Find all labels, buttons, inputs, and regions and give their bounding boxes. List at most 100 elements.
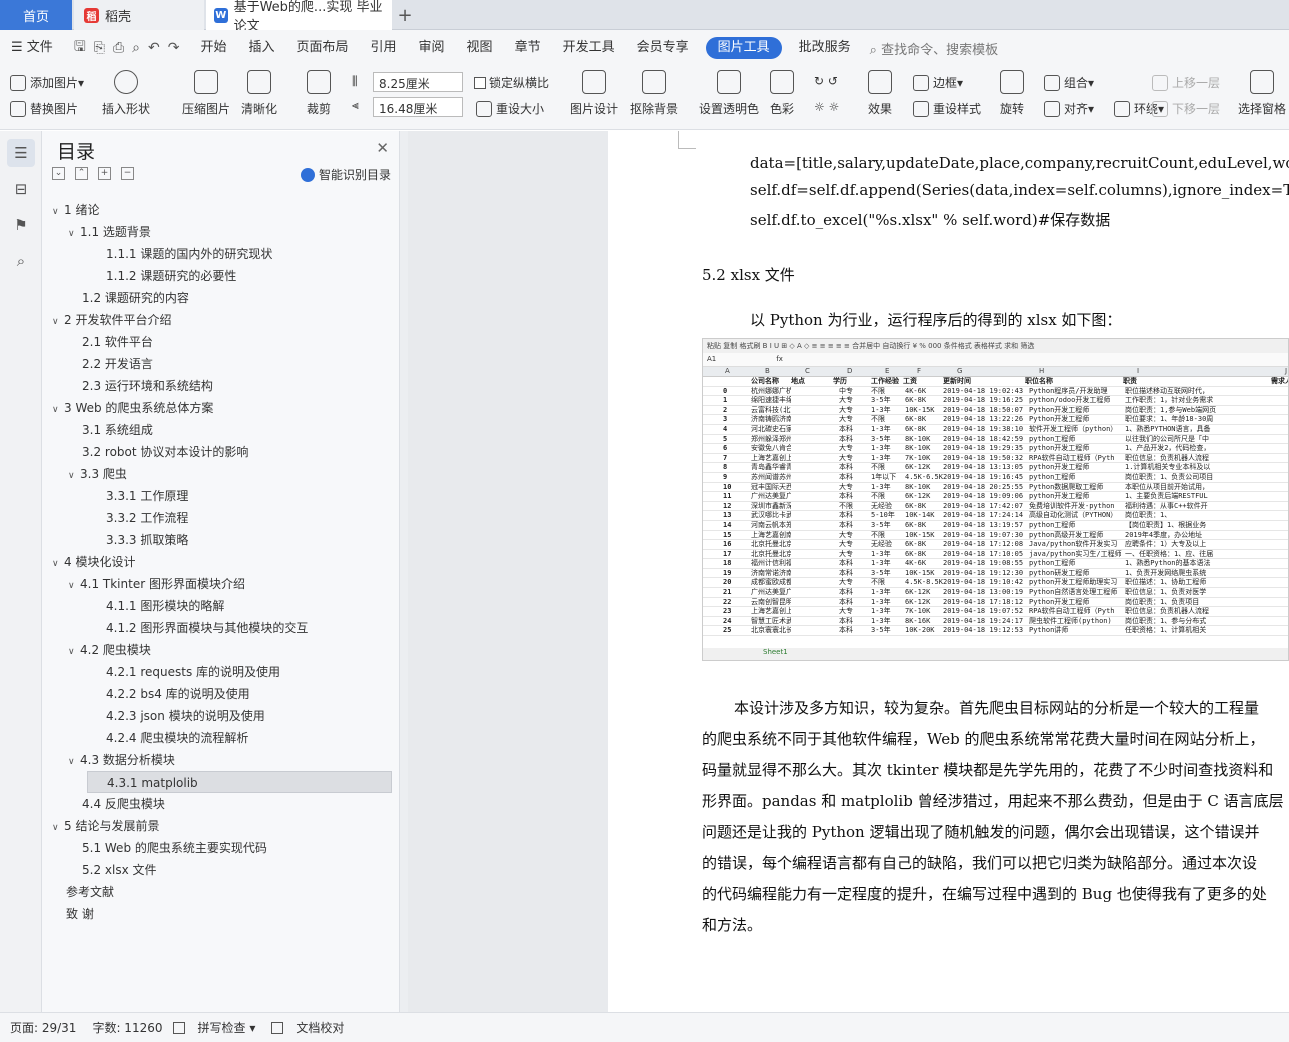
- menu-item[interactable]: 会员专享: [626, 30, 700, 66]
- contrast-icon[interactable]: ☼ ☼: [814, 100, 839, 114]
- toc-item[interactable]: 4.1.2 图形界面模块与其他模块的交互: [52, 617, 392, 639]
- menu-item[interactable]: 视图: [456, 30, 504, 66]
- smart-toc-button[interactable]: 智能识别目录: [300, 166, 391, 183]
- chevron-down-icon[interactable]: ∨: [68, 223, 80, 245]
- toc-item[interactable]: 致 谢: [52, 903, 392, 925]
- compress-image-button[interactable]: 压缩图片: [182, 70, 230, 117]
- undo-icon[interactable]: ↶: [148, 40, 160, 56]
- selection-pane-button[interactable]: 选择窗格: [1238, 70, 1286, 117]
- width-input[interactable]: 8.25厘米: [373, 72, 463, 92]
- chapter-nav-icon[interactable]: ⊟: [7, 175, 35, 203]
- toc-item[interactable]: 3.2 robot 协议对本设计的影响: [52, 441, 392, 463]
- menu-item[interactable]: 开发工具: [552, 30, 626, 66]
- set-transparent-button[interactable]: 设置透明色: [699, 70, 759, 117]
- toc-item[interactable]: ∨ 4.1 Tkinter 图形界面模块介绍: [52, 573, 392, 595]
- collapse-all-icon[interactable]: ⌄: [52, 167, 65, 180]
- menu-item[interactable]: 图片工具: [705, 37, 782, 59]
- toc-item[interactable]: ∨ 1.1 选题背景: [52, 221, 392, 243]
- height-input[interactable]: 16.48厘米: [373, 97, 463, 117]
- toc-item[interactable]: ∨ 3 Web 的爬虫系统总体方案: [52, 397, 392, 419]
- file-menu[interactable]: ☰ 文件: [0, 30, 64, 66]
- toc-item[interactable]: 3.1 系统组成: [52, 419, 392, 441]
- toc-item[interactable]: ∨ 4.2 爬虫模块: [52, 639, 392, 661]
- toc-item[interactable]: 5.1 Web 的爬虫系统主要实现代码: [52, 837, 392, 859]
- sharpen-button[interactable]: 清晰化: [241, 70, 277, 117]
- menu-item[interactable]: 开始: [189, 30, 237, 66]
- toc-item[interactable]: 3.3.1 工作原理: [52, 485, 392, 507]
- tab-home[interactable]: 首页: [0, 0, 72, 30]
- brightness-icon[interactable]: ↻ ↺: [814, 74, 838, 88]
- chevron-down-icon[interactable]: ∨: [52, 553, 64, 575]
- insert-shape-button[interactable]: 插入形状: [102, 70, 150, 117]
- toc-item[interactable]: 5.2 xlsx 文件: [52, 859, 392, 881]
- print-icon[interactable]: ⎙: [113, 40, 124, 56]
- toc-item[interactable]: ∨ 1 绪论: [52, 199, 392, 221]
- toc-item[interactable]: 2.1 软件平台: [52, 331, 392, 353]
- toc-item[interactable]: 4.1.1 图形模块的略解: [52, 595, 392, 617]
- menu-item[interactable]: 插入: [237, 30, 285, 66]
- command-search[interactable]: ⌕ 查找命令、搜索模板: [870, 39, 998, 58]
- toc-item[interactable]: ∨ 4 模块化设计: [52, 551, 392, 573]
- toc-item[interactable]: 参考文献: [52, 881, 392, 903]
- toc-item[interactable]: 4.2.2 bs4 库的说明及使用: [52, 683, 392, 705]
- save-icon[interactable]: 🖫: [74, 36, 86, 60]
- toc-item[interactable]: 2.2 开发语言: [52, 353, 392, 375]
- redo-icon[interactable]: ↷: [168, 40, 180, 56]
- chevron-down-icon[interactable]: ∨: [52, 399, 64, 421]
- spell-check-button[interactable]: 拼写检查 ▾: [172, 1019, 255, 1036]
- toc-item[interactable]: 4.3.1 matplolib: [87, 771, 392, 793]
- toc-item[interactable]: ∨ 5 结论与发展前景: [52, 815, 392, 837]
- send-backward-button[interactable]: 下移一层: [1152, 100, 1220, 117]
- tab-daoke[interactable]: 稻稻壳: [74, 0, 204, 30]
- chevron-down-icon[interactable]: ∨: [68, 641, 80, 663]
- effects-button[interactable]: 效果: [868, 70, 892, 117]
- add-heading-icon[interactable]: +: [98, 167, 111, 180]
- tab-document[interactable]: W 基于Web的爬...实现 毕业论文: [206, 0, 392, 34]
- replace-image-button[interactable]: 替换图片: [10, 100, 78, 117]
- align-button[interactable]: 对齐 ▾: [1044, 100, 1094, 117]
- document-page[interactable]: data=[title,salary,updateDate,place,comp…: [608, 131, 1289, 1012]
- chevron-down-icon[interactable]: ∨: [68, 751, 80, 773]
- proofread-button[interactable]: 文档校对: [271, 1019, 344, 1036]
- menu-item[interactable]: 审阅: [408, 30, 456, 66]
- reset-size-button[interactable]: 重设大小: [476, 100, 544, 117]
- menu-item[interactable]: 章节: [504, 30, 552, 66]
- chevron-down-icon[interactable]: ∨: [52, 201, 64, 223]
- group-button[interactable]: 组合 ▾: [1044, 74, 1094, 91]
- lock-ratio-checkbox[interactable]: 锁定纵横比: [474, 74, 549, 91]
- rotate-button[interactable]: 旋转: [1000, 70, 1024, 117]
- image-design-button[interactable]: 图片设计: [570, 70, 618, 117]
- bookmark-icon[interactable]: ⚑: [7, 211, 35, 239]
- toc-item[interactable]: 4.2.1 requests 库的说明及使用: [52, 661, 392, 683]
- toc-item[interactable]: ∨ 3.3 爬虫: [52, 463, 392, 485]
- export-icon[interactable]: ⎘: [94, 40, 105, 56]
- add-image-button[interactable]: 添加图片 ▾: [10, 74, 84, 91]
- chevron-down-icon[interactable]: ∨: [52, 311, 64, 333]
- chevron-down-icon[interactable]: ∨: [68, 465, 80, 487]
- menu-item[interactable]: 批改服务: [788, 30, 862, 66]
- menu-item[interactable]: 页面布局: [286, 30, 360, 66]
- toc-item[interactable]: ∨ 2 开发软件平台介绍: [52, 309, 392, 331]
- print-preview-icon[interactable]: ⌕: [132, 40, 140, 56]
- new-tab-button[interactable]: +: [394, 0, 416, 30]
- chevron-down-icon[interactable]: ∨: [68, 575, 80, 597]
- toc-item[interactable]: 4.2.4 爬虫模块的流程解析: [52, 727, 392, 749]
- toc-item[interactable]: 3.3.2 工作流程: [52, 507, 392, 529]
- reset-style-button[interactable]: 重设样式: [913, 100, 981, 117]
- chevron-down-icon[interactable]: ∨: [52, 817, 64, 839]
- color-button[interactable]: 色彩: [770, 70, 794, 117]
- spreadsheet-image[interactable]: 粘贴 复制 格式刷 B I U ⊞ ◇ A ◇ ≡ ≡ ≡ ≡ ≡ 合并居中 自…: [702, 338, 1289, 661]
- find-icon[interactable]: ⌕: [7, 247, 35, 275]
- remove-bg-button[interactable]: 抠除背景: [630, 70, 678, 117]
- close-icon[interactable]: ✕: [376, 139, 389, 157]
- expand-up-icon[interactable]: ⌃: [75, 167, 88, 180]
- crop-button[interactable]: 裁剪: [307, 70, 331, 117]
- toc-item[interactable]: 4.4 反爬虫模块: [52, 793, 392, 815]
- menu-item[interactable]: 引用: [360, 30, 408, 66]
- toc-item[interactable]: 4.2.3 json 模块的说明及使用: [52, 705, 392, 727]
- toc-item[interactable]: 1.2 课题研究的内容: [52, 287, 392, 309]
- toc-item[interactable]: ∨ 4.3 数据分析模块: [52, 749, 392, 771]
- remove-heading-icon[interactable]: −: [121, 167, 134, 180]
- toc-scrollbar[interactable]: [400, 131, 408, 1012]
- bring-forward-button[interactable]: 上移一层: [1152, 74, 1220, 91]
